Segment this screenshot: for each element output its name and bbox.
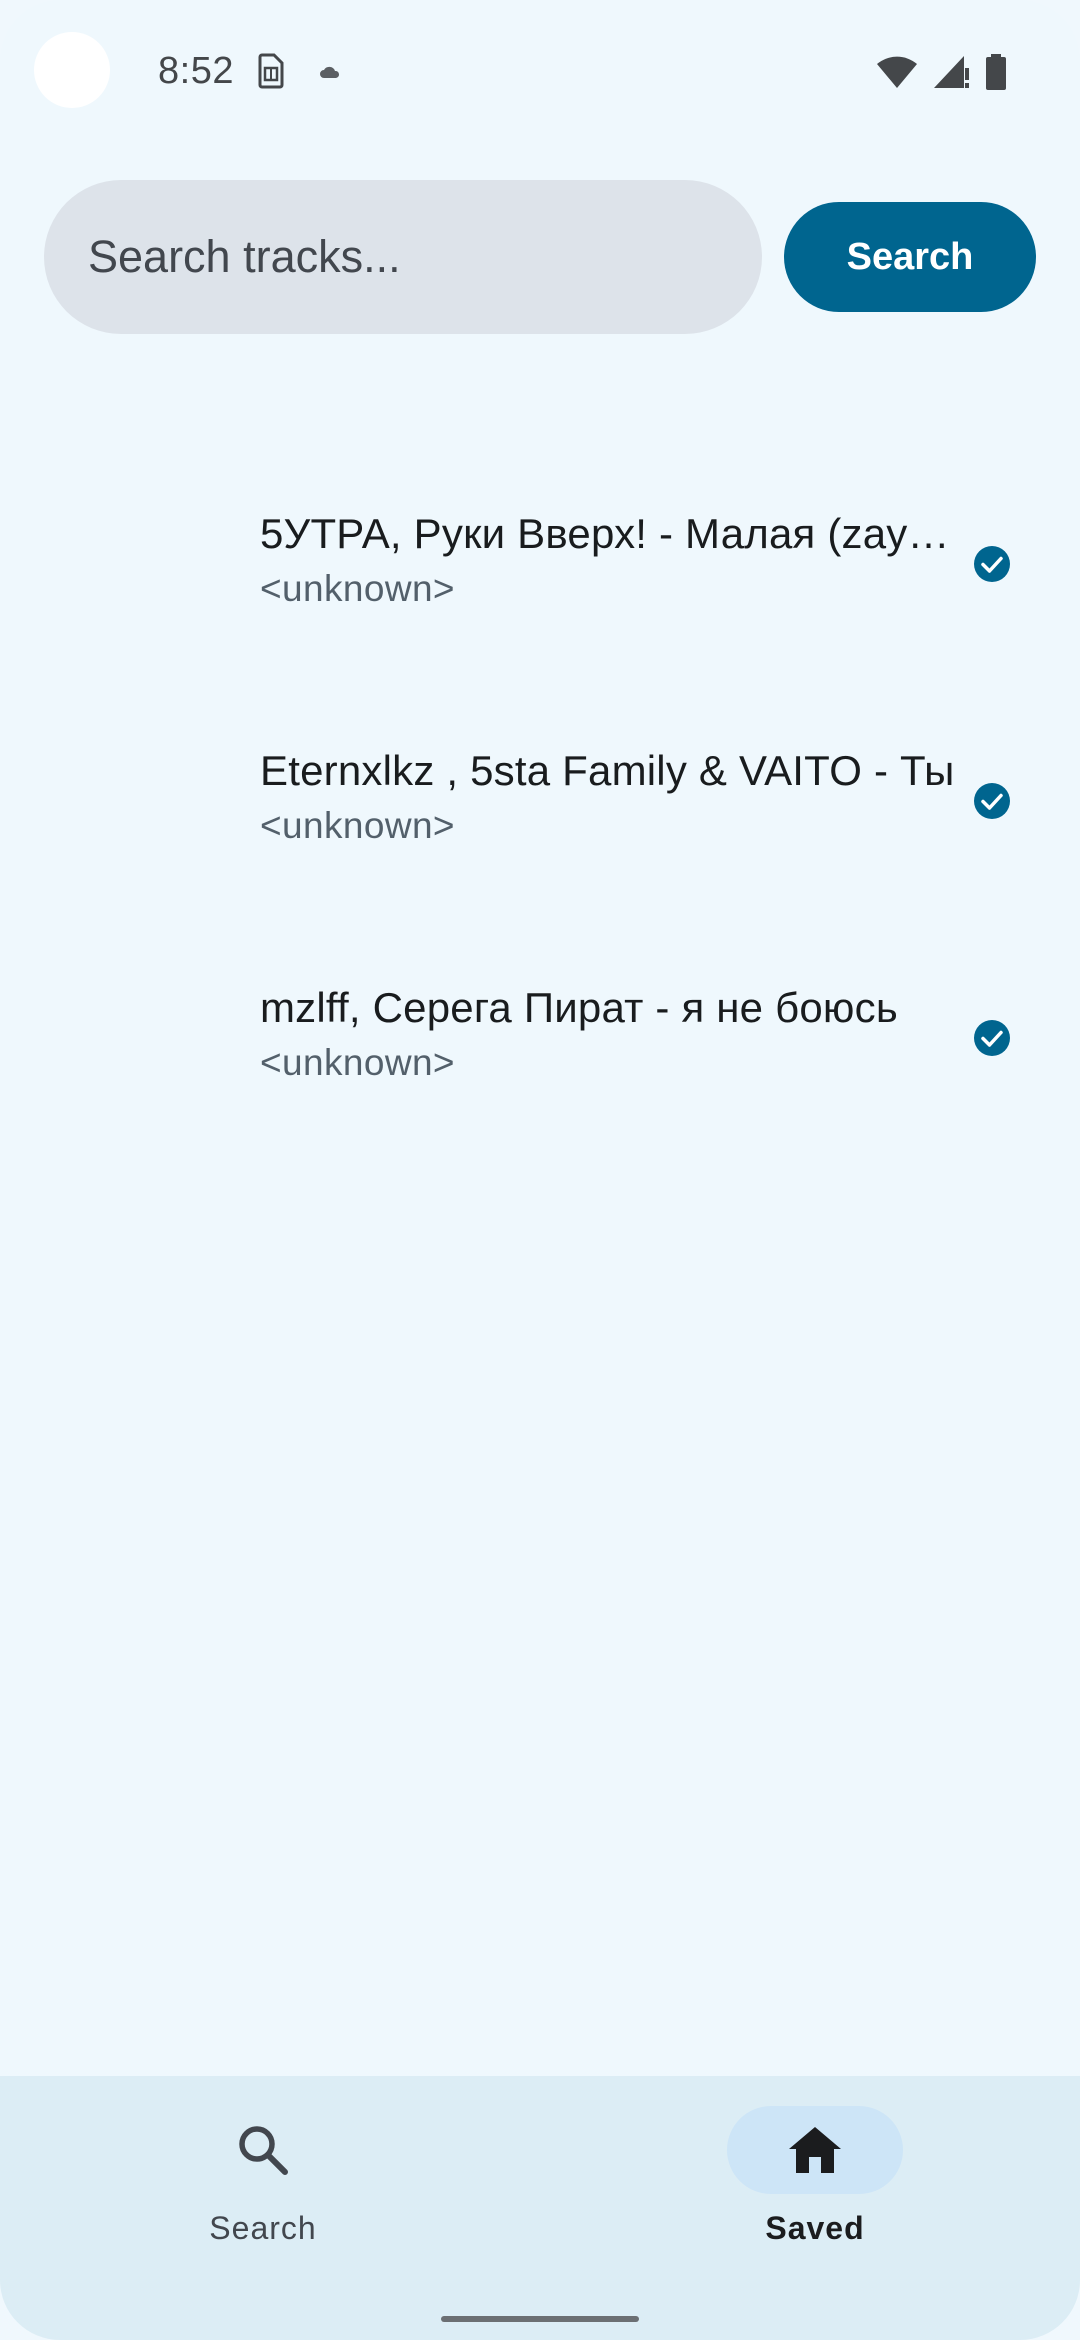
camera-cutout (34, 32, 110, 108)
cloud-icon (320, 66, 340, 78)
sim-card-icon (258, 53, 284, 89)
nav-label-search: Search (209, 2210, 317, 2246)
nav-item-saved[interactable]: Saved (685, 2106, 945, 2266)
track-title: 5УТРА, Руки Вверх! - Малая (zayka remix) (260, 510, 962, 557)
track-item[interactable]: mzlff, Серега Пират - я не боюсь <unknow… (0, 944, 1080, 1124)
gesture-home-indicator[interactable] (441, 2316, 639, 2322)
home-icon (789, 2127, 841, 2173)
bottom-nav: Search Saved (0, 2076, 1080, 2340)
status-time: 8:52 (158, 50, 234, 92)
search-icon (239, 2126, 288, 2175)
signal-icon (934, 56, 969, 88)
search-button[interactable]: Search (784, 202, 1036, 312)
status-right-icons (876, 52, 1008, 92)
saved-check-icon (974, 546, 1010, 582)
nav-indicator (175, 2106, 351, 2194)
search-input[interactable] (44, 180, 762, 334)
app-screen: 8:52 Search 5УТР (0, 0, 1080, 2340)
status-bar: 8:52 (0, 0, 1080, 140)
saved-check-icon (974, 1020, 1010, 1056)
track-item[interactable]: Eternxlkz , 5sta Family & VAITO - Ты <un… (0, 707, 1080, 887)
nav-label-saved: Saved (765, 2210, 865, 2246)
track-artist: <unknown> (260, 568, 455, 609)
wifi-icon (877, 56, 917, 88)
track-artist: <unknown> (260, 1042, 455, 1083)
track-artist: <unknown> (260, 805, 455, 846)
nav-item-search[interactable]: Search (133, 2106, 393, 2266)
track-title: Eternxlkz , 5sta Family & VAITO - Ты (260, 747, 955, 794)
track-title: mzlff, Серега Пират - я не боюсь (260, 984, 898, 1031)
battery-icon (986, 54, 1006, 90)
track-item[interactable]: 5УТРА, Руки Вверх! - Малая (zayka remix)… (0, 470, 1080, 650)
saved-check-icon (974, 783, 1010, 819)
nav-indicator-active (727, 2106, 903, 2194)
